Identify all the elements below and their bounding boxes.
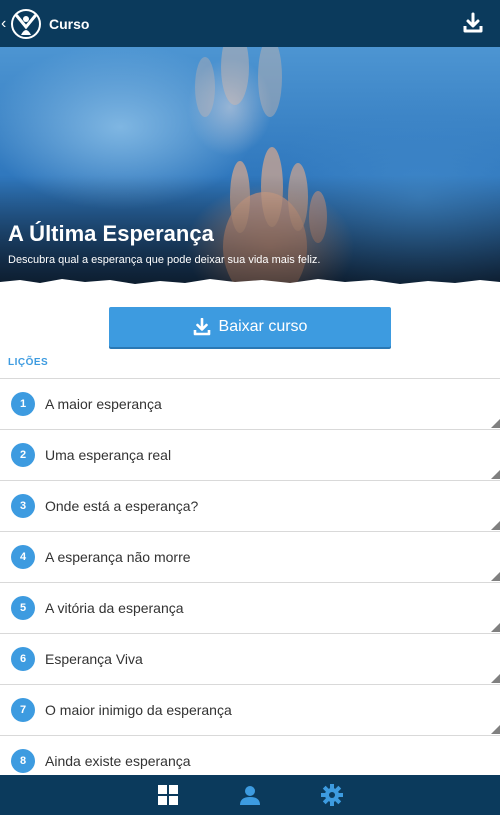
lesson-title: Esperança Viva <box>45 651 143 667</box>
course-hero-banner: A Última Esperança Descubra qual a esper… <box>0 47 500 285</box>
download-icon[interactable] <box>462 12 484 34</box>
lesson-item[interactable]: 4 A esperança não morre <box>0 531 500 582</box>
corner-fold-icon <box>491 725 500 734</box>
lesson-title: A maior esperança <box>45 396 162 412</box>
lesson-number-badge: 1 <box>11 392 35 416</box>
lesson-item[interactable]: 7 O maior inimigo da esperança <box>0 684 500 735</box>
corner-fold-icon <box>491 521 500 530</box>
lesson-title: A vitória da esperança <box>45 600 184 616</box>
lesson-title: O maior inimigo da esperança <box>45 702 232 718</box>
lesson-number-badge: 5 <box>11 596 35 620</box>
course-subtitle: Descubra qual a esperança que pode deixa… <box>8 254 321 266</box>
lesson-item[interactable]: 2 Uma esperança real <box>0 429 500 480</box>
gear-icon[interactable] <box>321 784 343 806</box>
user-icon[interactable] <box>239 784 261 806</box>
course-title: A Última Esperança <box>8 221 214 246</box>
lesson-title: A esperança não morre <box>45 549 191 565</box>
lesson-number-badge: 3 <box>11 494 35 518</box>
corner-fold-icon <box>491 623 500 632</box>
lesson-title: Onde está a esperança? <box>45 498 199 514</box>
chevron-left-icon[interactable]: ‹ <box>1 14 9 34</box>
lesson-item[interactable]: 5 A vitória da esperança <box>0 582 500 633</box>
lesson-number-badge: 7 <box>11 698 35 722</box>
lesson-number-badge: 2 <box>11 443 35 467</box>
corner-fold-icon <box>491 674 500 683</box>
corner-fold-icon <box>491 572 500 581</box>
bottom-navigation <box>0 775 500 815</box>
lesson-title: Uma esperança real <box>45 447 172 463</box>
lesson-title: Ainda existe esperança <box>45 753 191 769</box>
lesson-number-badge: 4 <box>11 545 35 569</box>
corner-fold-icon <box>491 419 500 428</box>
download-course-button[interactable]: Baixar curso <box>109 307 391 347</box>
lesson-number-badge: 6 <box>11 647 35 671</box>
app-logo-icon[interactable] <box>9 7 43 41</box>
lessons-section-title: LIÇÕES <box>8 357 49 368</box>
lessons-list: 1 A maior esperança 2 Uma esperança real… <box>0 378 500 786</box>
grid-icon[interactable] <box>157 784 179 806</box>
lesson-item[interactable]: 3 Onde está a esperança? <box>0 480 500 531</box>
lesson-item[interactable]: 6 Esperança Viva <box>0 633 500 684</box>
screen-title: Curso <box>49 15 90 32</box>
download-icon <box>193 318 210 336</box>
torn-paper-edge <box>0 279 500 288</box>
lesson-item[interactable]: 1 A maior esperança <box>0 378 500 429</box>
top-app-bar: ‹ Curso <box>0 0 500 47</box>
download-course-label: Baixar curso <box>218 318 308 335</box>
lesson-number-badge: 8 <box>11 749 35 773</box>
corner-fold-icon <box>491 470 500 479</box>
